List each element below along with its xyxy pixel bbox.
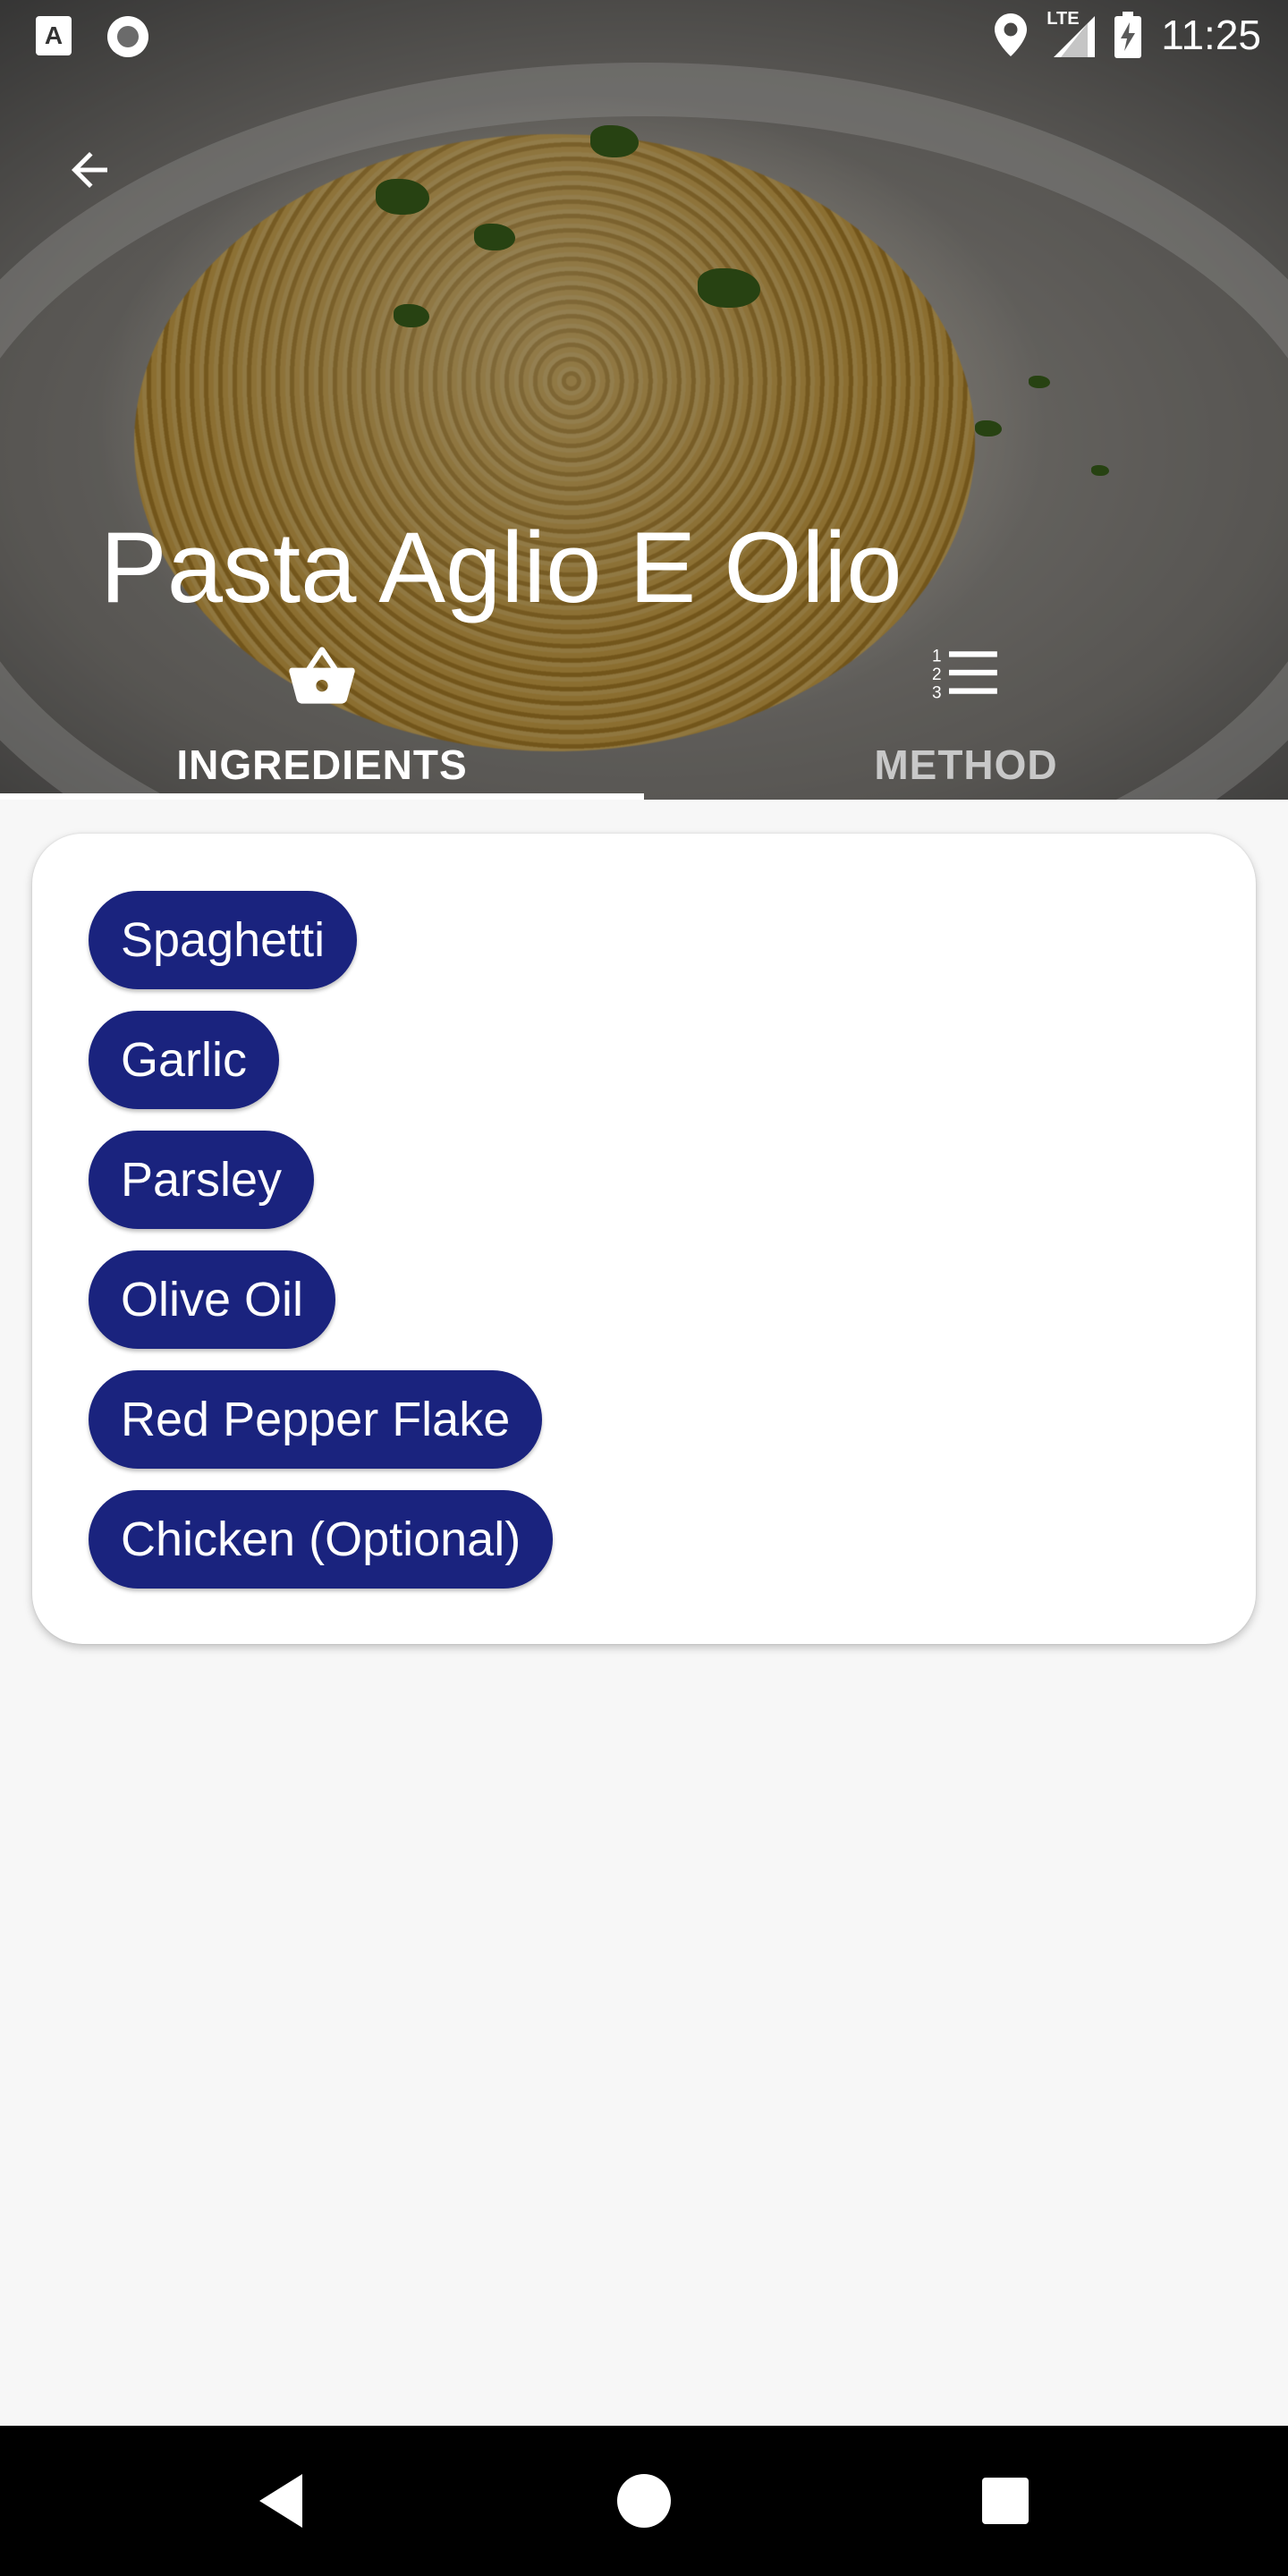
signal-icon: LTE [1046,9,1096,57]
numbered-list-icon: 1 2 3 [932,647,997,702]
ingredient-chip[interactable]: Chicken (Optional) [89,1490,554,1589]
ingredient-chip[interactable]: Olive Oil [89,1250,336,1349]
status-bar: A LTE 11:25 [0,0,1288,75]
arrow-back-icon [72,152,107,188]
ingredient-chip-list: Spaghetti Garlic Parsley Olive Oil Red P… [89,891,554,1610]
ingredient-chip[interactable]: Spaghetti [89,891,358,989]
svg-text:1: 1 [932,647,942,665]
tab-ingredients-label: INGREDIENTS [176,741,468,788]
home-circle-icon [617,2474,671,2528]
active-tab-indicator [0,793,644,800]
ingredients-card: Spaghetti Garlic Parsley Olive Oil Red P… [32,834,1256,1644]
status-time: 11:25 [1161,12,1261,58]
tab-ingredients[interactable]: INGREDIENTS [0,626,644,800]
back-triangle-icon [259,2474,302,2528]
back-button[interactable] [54,134,125,206]
system-nav-bar [0,2426,1288,2576]
nav-home-button[interactable] [608,2465,680,2537]
tab-method-label: METHOD [874,741,1058,788]
tab-bar: INGREDIENTS 1 2 3 METHOD [0,626,1288,800]
basket-icon [289,647,355,704]
svg-text:2: 2 [932,665,942,684]
app-a-icon: A [36,16,72,55]
svg-text:3: 3 [932,684,942,702]
record-icon [107,16,148,57]
location-icon [995,13,1028,56]
ingredient-chip[interactable]: Red Pepper Flake [89,1370,543,1469]
battery-charging-icon [1114,12,1142,58]
nav-back-button[interactable] [247,2465,318,2537]
tab-method[interactable]: 1 2 3 METHOD [644,626,1288,800]
recipe-title: Pasta Aglio E Olio [100,512,902,623]
ingredient-chip[interactable]: Parsley [89,1131,315,1229]
ingredient-chip[interactable]: Garlic [89,1011,280,1109]
nav-recents-button[interactable] [970,2465,1041,2537]
recents-square-icon [982,2478,1029,2524]
